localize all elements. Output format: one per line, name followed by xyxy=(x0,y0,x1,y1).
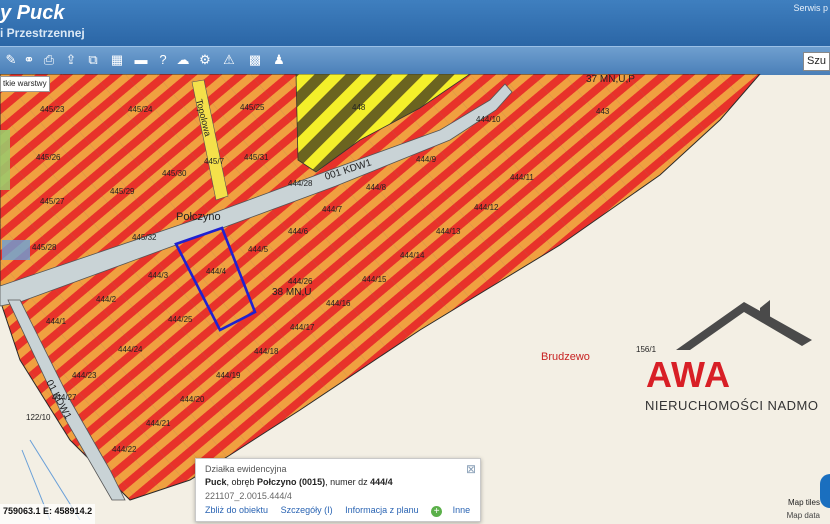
parcel-label: 443 xyxy=(596,107,610,116)
layers-toggle[interactable]: tkie warstwy xyxy=(0,76,50,92)
logo-roof xyxy=(676,302,812,350)
plan-info-link[interactable]: Informacja z planu xyxy=(345,505,419,515)
popup-sep: , obręb xyxy=(226,477,258,487)
parcel-label: 444/8 xyxy=(366,183,387,192)
coordinates-readout: 759063.1 E: 458914.2 xyxy=(0,504,96,524)
parcel-label: 444/6 xyxy=(288,227,309,236)
parcel-label: 445/24 xyxy=(128,105,153,114)
upload-icon[interactable]: ⇪ xyxy=(62,51,80,69)
parcel-label: 445/31 xyxy=(244,153,269,162)
cloud-icon[interactable]: ☁ xyxy=(174,51,192,69)
parcel-label: 444/13 xyxy=(436,227,461,236)
parcel-label: 444/1 xyxy=(46,317,67,326)
zone-label: 38 MN,U xyxy=(272,287,311,298)
help-icon[interactable]: ? xyxy=(154,51,172,69)
export-icon[interactable]: ⧉ xyxy=(84,51,102,69)
parcel-label: 444/15 xyxy=(362,275,387,284)
parcel-label: 444/28 xyxy=(288,179,313,188)
user-icon[interactable]: ♟ xyxy=(270,51,288,69)
search-button[interactable]: Szu xyxy=(803,52,830,71)
company-tagline: NIERUCHOMOŚCI NADMO xyxy=(645,398,819,413)
app-title: y Puck xyxy=(0,2,65,24)
add-icon[interactable]: + xyxy=(431,506,443,517)
parcel-label: 444/26 xyxy=(288,277,313,286)
green-area xyxy=(0,130,10,190)
app-header: y Puck i Przestrzennej Serwis p xyxy=(0,0,830,46)
parcel-label: 445/26 xyxy=(36,153,61,162)
parcel-label: 445/32 xyxy=(132,233,157,242)
company-logo: AWA xyxy=(646,354,732,395)
popup-parcel-number: 444/4 xyxy=(370,477,393,487)
popup-city: Puck xyxy=(205,477,227,487)
popup-actions: Zbliż do obiektu Szczegóły (I) Informacj… xyxy=(205,505,480,517)
floating-action-button[interactable] xyxy=(820,474,830,508)
parcel-label: 444/19 xyxy=(216,371,241,380)
settings-icon[interactable]: ⚙ xyxy=(196,51,214,69)
parcel-label: 444/11 xyxy=(510,173,534,182)
parcel-label: 444/18 xyxy=(254,347,279,356)
parcel-label: 445/28 xyxy=(32,243,57,252)
popup-teryt-id: 221107_2.0015.444/4 xyxy=(205,491,292,501)
parcel-label: 122/10 xyxy=(26,413,51,422)
parcel-label: 445/30 xyxy=(162,169,187,178)
parcel-label: 444/24 xyxy=(118,345,143,354)
map-tiles-attribution: Map tiles xyxy=(787,498,820,507)
parcel-label: 444/3 xyxy=(148,271,169,280)
warning-icon[interactable]: ⚠ xyxy=(220,51,238,69)
map-data-attribution: Map data xyxy=(786,511,820,520)
service-link[interactable]: Serwis p xyxy=(793,3,828,13)
popup-district: Połczyno (0015) xyxy=(257,477,326,487)
parcel-label: 156/1 xyxy=(636,345,657,354)
parcel-info-popup: Działka ewidencyjna ⊠ Puck, obręb Połczy… xyxy=(195,458,481,522)
parcel-label: 445/25 xyxy=(240,103,265,112)
parcel-grid-overlay xyxy=(0,74,760,500)
parcel-label: 445/29 xyxy=(110,187,135,196)
grid-icon[interactable]: ▦ xyxy=(108,51,126,69)
zoom-to-object-link[interactable]: Zbliż do obiektu xyxy=(205,505,268,515)
parcel-label: 444/2 xyxy=(96,295,117,304)
parcel-label: 444/10 xyxy=(476,115,501,124)
parcel-label: 444/20 xyxy=(180,395,205,404)
popup-heading: Działka ewidencyjna xyxy=(205,464,287,474)
parcel-label: 444/4 xyxy=(206,267,227,276)
comment-icon[interactable]: ▬ xyxy=(132,51,150,69)
other-link[interactable]: Inne xyxy=(453,505,471,515)
parcel-label: 448 xyxy=(352,103,366,112)
parcel-label: 444/7 xyxy=(322,205,343,214)
popup-parcel-description: Puck, obręb Połczyno (0015), numer dz 44… xyxy=(205,477,393,487)
parcel-label: 444/16 xyxy=(326,299,351,308)
zone-label: 37 MN,U,P xyxy=(586,74,635,85)
parcel-label: 444/21 xyxy=(146,419,171,428)
parcel-label: 445/7 xyxy=(204,157,225,166)
parcel-label: 444/17 xyxy=(290,323,315,332)
place-label: Połczyno xyxy=(176,211,221,223)
close-icon[interactable]: ⊠ xyxy=(466,462,476,476)
parcel-label: 444/14 xyxy=(400,251,425,260)
place-label: Brudzewo xyxy=(541,351,590,363)
palette-icon[interactable]: ▩ xyxy=(246,51,264,69)
blue-area xyxy=(2,240,30,260)
details-link[interactable]: Szczegóły (I) xyxy=(281,505,333,515)
link-icon[interactable]: ⚭ xyxy=(20,51,38,69)
map-toolbar: ✎ ⚭ ⎙ ⇪ ⧉ ▦ ▬ ? ☁ ⚙ ⚠ ▩ ♟ Szu xyxy=(0,46,830,75)
parcel-label: 444/27 xyxy=(52,393,77,402)
parcel-label: 444/9 xyxy=(416,155,437,164)
parcel-label: 444/23 xyxy=(72,371,97,380)
app-subtitle: i Przestrzennej xyxy=(0,26,85,40)
popup-sep: , numer dz xyxy=(325,477,371,487)
parcel-label: 445/23 xyxy=(40,105,65,114)
parcel-label: 444/22 xyxy=(112,445,137,454)
parcel-label: 445/27 xyxy=(40,197,65,206)
parcel-label: 444/12 xyxy=(474,203,499,212)
parcel-label: 444/5 xyxy=(248,245,269,254)
measure-icon[interactable]: ✎ xyxy=(2,51,20,69)
print-icon[interactable]: ⎙ xyxy=(40,51,58,69)
map-canvas[interactable]: 37 MN,U,P 38 MN,U 001 KDW1 01 KDW1 Połcz… xyxy=(0,74,830,520)
parcel-label: 444/25 xyxy=(168,315,193,324)
